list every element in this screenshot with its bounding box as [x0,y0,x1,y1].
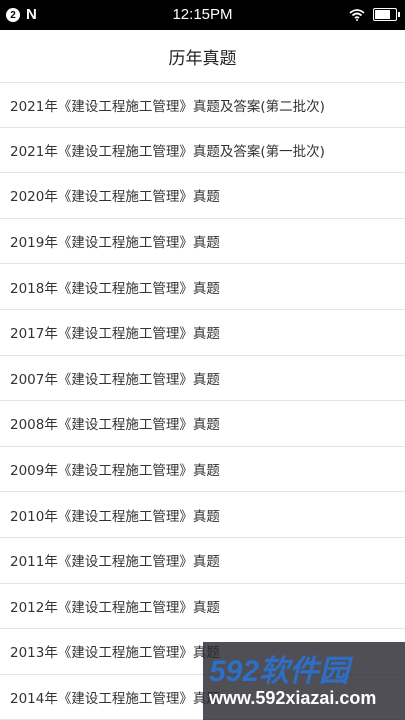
exam-list-item-label: 2018年《建设工程施工管理》真题 [10,280,220,297]
battery-level [375,10,391,19]
exam-list-item-label: 2013年《建设工程施工管理》真题 [10,645,220,662]
watermark: 592软件园 www.592xiazai.com [203,642,405,720]
exam-list-item[interactable]: 2012年《建设工程施工管理》真题 [0,584,405,630]
exam-list-item-label: 2012年《建设工程施工管理》真题 [10,599,220,616]
exam-list-item-label: 2010年《建设工程施工管理》真题 [10,508,220,525]
exam-list-item-label: 2020年《建设工程施工管理》真题 [10,189,220,206]
exam-list-item[interactable]: 2021年《建设工程施工管理》真题及答案(第二批次) [0,82,405,128]
battery-icon [373,8,400,21]
exam-list: 2021年《建设工程施工管理》真题及答案(第二批次) 2021年《建设工程施工管理… [0,82,405,720]
exam-list-item-label: 2017年《建设工程施工管理》真题 [10,326,220,343]
exam-list-item-label: 2014年《建设工程施工管理》真题 [10,691,220,708]
exam-list-item[interactable]: 2019年《建设工程施工管理》真题 [0,219,405,265]
exam-list-item-label: 2009年《建设工程施工管理》真题 [10,463,220,480]
exam-list-item-label: 2008年《建设工程施工管理》真题 [10,417,220,434]
exam-list-item[interactable]: 2009年《建设工程施工管理》真题 [0,447,405,493]
exam-list-item[interactable]: 2017年《建设工程施工管理》真题 [0,310,405,356]
exam-list-item[interactable]: 2008年《建设工程施工管理》真题 [0,401,405,447]
wifi-icon [349,8,365,21]
status-right [349,8,400,21]
exam-list-item[interactable]: 2011年《建设工程施工管理》真题 [0,538,405,584]
watermark-url: www.592xiazai.com [209,688,377,708]
page-title: 历年真题 [168,48,237,69]
exam-list-item[interactable]: 2020年《建设工程施工管理》真题 [0,173,405,219]
exam-list-item-label: 2011年《建设工程施工管理》真题 [10,554,220,571]
status-bar: 2 N 12:15PM [0,0,405,30]
exam-list-item[interactable]: 2007年《建设工程施工管理》真题 [0,356,405,402]
exam-list-item-label: 2021年《建设工程施工管理》真题及答案(第一批次) [10,143,325,160]
watermark-logo: 592软件园 [209,655,350,688]
status-time: 12:15PM [172,6,233,23]
exam-list-item[interactable]: 2010年《建设工程施工管理》真题 [0,492,405,538]
exam-list-item-label: 2021年《建设工程施工管理》真题及答案(第二批次) [10,98,325,115]
exam-list-item[interactable]: 2018年《建设工程施工管理》真题 [0,264,405,310]
exam-list-item[interactable]: 2021年《建设工程施工管理》真题及答案(第一批次) [0,128,405,174]
exam-list-item-label: 2019年《建设工程施工管理》真题 [10,235,220,252]
exam-list-item-label: 2007年《建设工程施工管理》真题 [10,371,220,388]
